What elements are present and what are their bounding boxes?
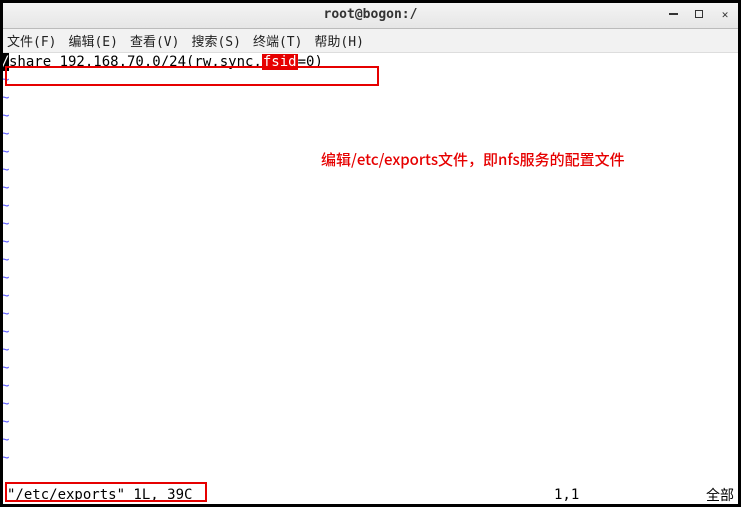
empty-line-tilde: ~ xyxy=(1,233,740,251)
window-titlebar: root@bogon:/ xyxy=(1,1,740,29)
maximize-icon xyxy=(695,10,703,18)
empty-line-tilde: ~ xyxy=(1,215,740,233)
empty-line-tilde: ~ xyxy=(1,179,740,197)
empty-line-tilde: ~ xyxy=(1,395,740,413)
menu-terminal[interactable]: 终端(T) xyxy=(253,31,302,50)
empty-line-tilde: ~ xyxy=(1,359,740,377)
empty-line-tilde: ~ xyxy=(1,197,740,215)
line1-text-a: share 192.168.70.0/24(rw,sync, xyxy=(9,54,262,70)
annotation-text: 编辑/etc/exports文件，即nfs服务的配置文件 xyxy=(321,149,625,170)
window-controls xyxy=(664,5,734,23)
empty-line-tilde: ~ xyxy=(1,431,740,449)
empty-line-tilde: ~ xyxy=(1,449,740,467)
menu-file[interactable]: 文件(F) xyxy=(7,31,56,50)
status-scroll-indicator: 全部 xyxy=(674,485,734,505)
line1-text-b: =0) xyxy=(298,54,323,70)
close-button[interactable] xyxy=(716,5,734,23)
window-title: root@bogon:/ xyxy=(324,7,418,22)
empty-line-tilde: ~ xyxy=(1,89,740,107)
empty-line-tilde: ~ xyxy=(1,269,740,287)
empty-line-tilde: ~ xyxy=(1,341,740,359)
empty-line-tilde: ~ xyxy=(1,287,740,305)
fsid-highlight: fsid xyxy=(262,54,298,70)
close-icon xyxy=(722,8,729,21)
empty-line-tilde: ~ xyxy=(1,323,740,341)
menu-edit[interactable]: 编辑(E) xyxy=(68,31,117,50)
minimize-button[interactable] xyxy=(664,5,682,23)
menu-view[interactable]: 查看(V) xyxy=(130,31,179,50)
vim-status-bar: "/etc/exports" 1L, 39C 1,1 全部 xyxy=(1,484,740,506)
maximize-button[interactable] xyxy=(690,5,708,23)
menu-bar: 文件(F) 编辑(E) 查看(V) 搜索(S) 终端(T) 帮助(H) xyxy=(1,29,740,53)
empty-line-tilde: ~ xyxy=(1,125,740,143)
cursor-block: / xyxy=(1,53,9,71)
menu-help[interactable]: 帮助(H) xyxy=(314,31,363,50)
terminal-editor[interactable]: /share 192.168.70.0/24(rw,sync,fsid=0) ~… xyxy=(1,53,740,484)
empty-line-tilde: ~ xyxy=(1,251,740,269)
empty-line-tilde: ~ xyxy=(1,377,740,395)
minimize-icon xyxy=(669,13,678,15)
status-cursor-position: 1,1 xyxy=(554,487,674,503)
empty-line-tilde: ~ xyxy=(1,413,740,431)
empty-line-tilde: ~ xyxy=(1,107,740,125)
empty-line-tilde: ~ xyxy=(1,71,740,89)
empty-line-tilde: ~ xyxy=(1,305,740,323)
menu-search[interactable]: 搜索(S) xyxy=(191,31,240,50)
status-filename: "/etc/exports" 1L, 39C xyxy=(7,487,554,503)
editor-line-1: /share 192.168.70.0/24(rw,sync,fsid=0) xyxy=(1,53,740,71)
